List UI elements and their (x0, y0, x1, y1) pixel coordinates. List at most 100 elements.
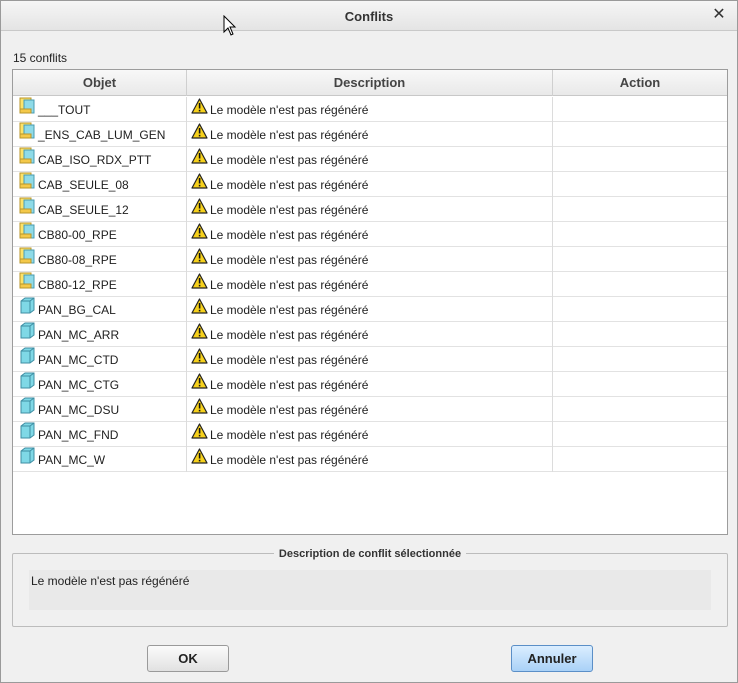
assembly-icon (19, 172, 36, 197)
action-cell[interactable] (553, 322, 727, 347)
table-header: Objet Description Action (13, 70, 727, 96)
description-cell: Le modèle n'est pas régénéré (187, 147, 553, 172)
description-text: Le modèle n'est pas régénéré (210, 227, 369, 242)
description-text: Le modèle n'est pas régénéré (210, 277, 369, 292)
action-cell[interactable] (553, 422, 727, 447)
selected-conflict-description: Le modèle n'est pas régénéré (29, 570, 711, 610)
warning-icon (191, 273, 208, 297)
column-header-description[interactable]: Description (187, 70, 553, 96)
description-text: Le modèle n'est pas régénéré (210, 327, 369, 342)
part-icon (19, 397, 36, 422)
object-name: CAB_ISO_RDX_PTT (38, 152, 152, 167)
table-row[interactable]: CB80-08_RPE Le modèle n'est pas régénéré (13, 247, 727, 272)
object-cell: PAN_MC_DSU (13, 397, 187, 422)
description-cell: Le modèle n'est pas régénéré (187, 322, 553, 347)
description-cell: Le modèle n'est pas régénéré (187, 97, 553, 122)
object-cell: CB80-00_RPE (13, 222, 187, 247)
action-cell[interactable] (553, 272, 727, 297)
object-name: CAB_SEULE_12 (38, 202, 129, 217)
description-cell: Le modèle n'est pas régénéré (187, 172, 553, 197)
object-name: CB80-00_RPE (38, 227, 117, 242)
table-row[interactable]: CB80-12_RPE Le modèle n'est pas régénéré (13, 272, 727, 297)
table-row[interactable]: CAB_ISO_RDX_PTT Le modèle n'est pas régén… (13, 147, 727, 172)
object-cell: ___TOUT (13, 97, 187, 122)
warning-icon (191, 123, 208, 147)
action-cell[interactable] (553, 172, 727, 197)
description-cell: Le modèle n'est pas régénéré (187, 397, 553, 422)
description-text: Le modèle n'est pas régénéré (210, 427, 369, 442)
description-text: Le modèle n'est pas régénéré (210, 202, 369, 217)
table-row[interactable]: PAN_MC_DSU Le modèle n'est pas régénéré (13, 397, 727, 422)
action-cell[interactable] (553, 122, 727, 147)
close-icon[interactable]: ✕ (711, 7, 727, 23)
action-cell[interactable] (553, 347, 727, 372)
column-header-object[interactable]: Objet (13, 70, 187, 96)
title-bar[interactable]: Conflits ✕ (1, 1, 737, 31)
object-cell: CB80-12_RPE (13, 272, 187, 297)
description-text: Le modèle n'est pas régénéré (210, 152, 369, 167)
column-header-action[interactable]: Action (553, 70, 727, 96)
object-name: PAN_MC_W (38, 452, 106, 467)
object-name: _ENS_CAB_LUM_GEN (38, 127, 166, 142)
object-cell: PAN_MC_W (13, 447, 187, 472)
description-cell: Le modèle n'est pas régénéré (187, 122, 553, 147)
table-row[interactable]: PAN_MC_FND Le modèle n'est pas régénéré (13, 422, 727, 447)
mouse-pointer-icon (223, 15, 237, 36)
description-text: Le modèle n'est pas régénéré (210, 377, 369, 392)
description-cell: Le modèle n'est pas régénéré (187, 247, 553, 272)
object-name: PAN_MC_CTG (38, 377, 120, 392)
warning-icon (191, 348, 208, 372)
conflicts-table[interactable]: Objet Description Action ___TOUT Le modèl… (12, 69, 728, 535)
object-name: ___TOUT (38, 102, 91, 117)
action-cell[interactable] (553, 397, 727, 422)
conflict-count: 15 conflits (13, 51, 68, 65)
action-cell[interactable] (553, 247, 727, 272)
table-row[interactable]: ___TOUT Le modèle n'est pas régénéré (13, 97, 727, 122)
action-cell[interactable] (553, 97, 727, 122)
part-icon (19, 422, 36, 447)
table-row[interactable]: CAB_SEULE_08 Le modèle n'est pas régénéré (13, 172, 727, 197)
part-icon (19, 372, 36, 397)
object-name: PAN_BG_CAL (38, 302, 116, 317)
warning-icon (191, 148, 208, 172)
assembly-icon (19, 122, 36, 147)
ok-button[interactable]: OK (147, 645, 229, 672)
table-row[interactable]: PAN_MC_W Le modèle n'est pas régénéré (13, 447, 727, 472)
table-row[interactable]: PAN_BG_CAL Le modèle n'est pas régénéré (13, 297, 727, 322)
table-row[interactable]: PAN_MC_CTD Le modèle n'est pas régénéré (13, 347, 727, 372)
selected-conflict-label: Description de conflit sélectionnée (273, 548, 467, 560)
table-row[interactable]: PAN_MC_CTG Le modèle n'est pas régénéré (13, 372, 727, 397)
table-row[interactable]: PAN_MC_ARR Le modèle n'est pas régénéré (13, 322, 727, 347)
object-name: CB80-12_RPE (38, 277, 117, 292)
warning-icon (191, 198, 208, 222)
action-cell[interactable] (553, 297, 727, 322)
object-cell: PAN_MC_FND (13, 422, 187, 447)
object-cell: CAB_SEULE_12 (13, 197, 187, 222)
object-cell: PAN_MC_CTD (13, 347, 187, 372)
object-cell: CB80-08_RPE (13, 247, 187, 272)
description-text: Le modèle n'est pas régénéré (210, 302, 369, 317)
dialog-title: Conflits (344, 9, 394, 24)
table-row[interactable]: CAB_SEULE_12 Le modèle n'est pas régénéré (13, 197, 727, 222)
object-name: CAB_SEULE_08 (38, 177, 129, 192)
warning-icon (191, 423, 208, 447)
table-row[interactable]: _ENS_CAB_LUM_GEN Le modèle n'est pas régé… (13, 122, 727, 147)
cancel-button[interactable]: Annuler (511, 645, 593, 672)
object-cell: _ENS_CAB_LUM_GEN (13, 122, 187, 147)
action-cell[interactable] (553, 372, 727, 397)
action-cell[interactable] (553, 197, 727, 222)
part-icon (19, 347, 36, 372)
description-cell: Le modèle n'est pas régénéré (187, 422, 553, 447)
part-icon (19, 322, 36, 347)
table-row[interactable]: CB80-00_RPE Le modèle n'est pas régénéré (13, 222, 727, 247)
description-text: Le modèle n'est pas régénéré (210, 102, 369, 117)
object-cell: PAN_MC_CTG (13, 372, 187, 397)
action-cell[interactable] (553, 222, 727, 247)
action-cell[interactable] (553, 447, 727, 472)
assembly-icon (19, 272, 36, 297)
object-cell: CAB_SEULE_08 (13, 172, 187, 197)
object-cell: CAB_ISO_RDX_PTT (13, 147, 187, 172)
description-text: Le modèle n'est pas régénéré (210, 252, 369, 267)
action-cell[interactable] (553, 147, 727, 172)
description-cell: Le modèle n'est pas régénéré (187, 272, 553, 297)
